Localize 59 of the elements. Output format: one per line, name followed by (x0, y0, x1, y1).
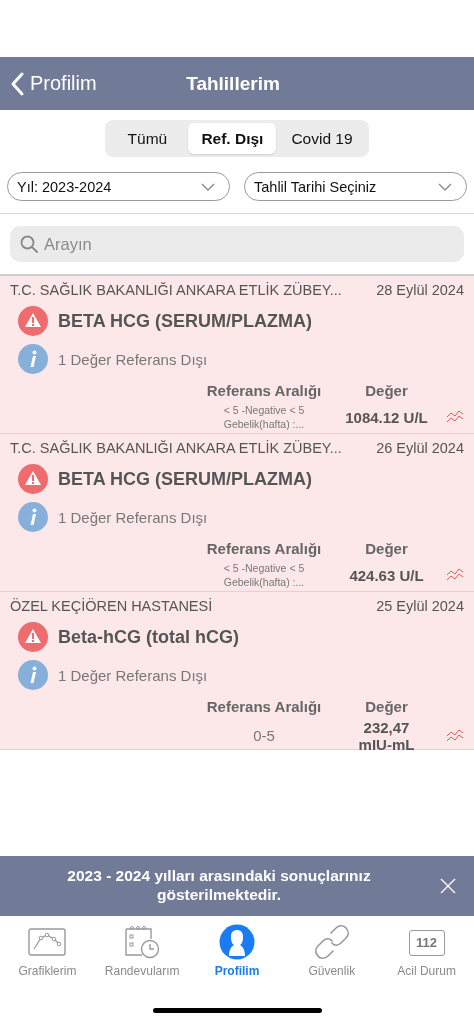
result-value: 1084.12 U/L (344, 408, 429, 426)
test-name: BETA HCG (SERUM/PLAZMA) (58, 468, 312, 490)
trend-chart-icon[interactable] (446, 410, 464, 425)
column-header: Referans Aralığı (205, 540, 323, 557)
reference-range: 0-5 (252, 726, 276, 747)
info-icon (18, 344, 48, 374)
chevron-down-icon (438, 182, 452, 191)
search-icon (20, 235, 38, 253)
close-icon[interactable] (440, 878, 456, 894)
person-icon (219, 924, 255, 960)
info-icon (18, 502, 48, 532)
hospital-name: T.C. SAĞLIK BAKANLIĞI ANKARA ETLİK ZÜBEY... (10, 282, 342, 298)
filter-tab[interactable]: Covid 19 (278, 123, 366, 154)
column-header: Referans Aralığı (205, 698, 323, 715)
hospital-name: T.C. SAĞLIK BAKANLIĞI ANKARA ETLİK ZÜBEY... (10, 440, 342, 456)
emergency-number-icon: 112 (408, 929, 445, 956)
tab-bar-item[interactable]: Profilim (189, 922, 285, 978)
link-icon (313, 924, 350, 960)
status-note: 1 Değer Referans Dışı (58, 666, 208, 684)
screen-title: Tahlillerim (186, 72, 280, 95)
hospital-name: ÖZEL KEÇİÖREN HASTANESİ (10, 598, 213, 614)
search-field[interactable]: Arayın (10, 226, 464, 262)
tab-bar-item[interactable]: Grafiklerim (0, 922, 95, 978)
tab-bar-item[interactable]: Randevularım (94, 922, 190, 978)
filter-tab[interactable]: Ref. Dışı (188, 123, 277, 154)
result-value: 424.63 U/L (348, 566, 425, 584)
dropdown[interactable]: Yıl: 2023-2024 (7, 172, 230, 201)
result-date: 25 Eylül 2024 (376, 598, 464, 614)
status-note: 1 Değer Referans Dışı (58, 508, 208, 526)
warning-icon (18, 306, 48, 336)
column-header: Değer (364, 698, 409, 715)
warning-icon (18, 464, 48, 494)
banner-message: 2023 - 2024 yılları arasındaki sonuçlarınız gösterilmektedir. (66, 867, 372, 905)
result-card[interactable]: ÖZEL KEÇİÖREN HASTANESİ 25 Eylül 2024 Beta-hCG (total hCG) 1 Değer Referans Dışı Referans Aralığı Değer 0-5 232,47 mIU-mL (0, 592, 474, 750)
info-icon (18, 660, 48, 690)
warning-icon (18, 622, 48, 652)
filter-tab[interactable]: Tümü (108, 123, 187, 154)
result-date: 26 Eylül 2024 (376, 440, 464, 456)
result-card[interactable]: T.C. SAĞLIK BAKANLIĞI ANKARA ETLİK ZÜBEY... 26 Eylül 2024 BETA HCG (SERUM/PLAZMA) 1 Değer Referans Dışı Referans Aralığı Değer < 5 -Negative < 5 Gebelik(hafta) :... 424.63 U/L (0, 434, 474, 592)
test-name: Beta-hCG (total hCG) (58, 626, 239, 648)
test-name: BETA HCG (SERUM/PLAZMA) (58, 310, 312, 332)
result-date: 28 Eylül 2024 (376, 282, 464, 298)
chevron-down-icon (201, 182, 215, 191)
reference-range: < 5 -Negative < 5 Gebelik(hafta) :... (222, 403, 306, 432)
column-header: Referans Aralığı (205, 382, 323, 399)
trend-chart-icon[interactable] (446, 729, 464, 744)
status-note: 1 Değer Referans Dışı (58, 350, 208, 368)
reference-range: < 5 -Negative < 5 Gebelik(hafta) :... (222, 561, 306, 590)
trend-chart-icon[interactable] (446, 568, 464, 583)
tab-bar-item[interactable]: Güvenlik (284, 922, 380, 978)
calendar-clock-icon (123, 925, 162, 959)
back-button[interactable]: Profilim (10, 57, 97, 110)
result-card[interactable]: T.C. SAĞLIK BAKANLIĞI ANKARA ETLİK ZÜBEY... 28 Eylül 2024 BETA HCG (SERUM/PLAZMA) 1 Değer Referans Dışı Referans Aralığı Değer < 5 -Negative < 5 Gebelik(hafta) :... 1084.12 U/L (0, 276, 474, 434)
tab-bar-item[interactable]: 112 Acil Durum (379, 922, 474, 978)
line-chart-icon (28, 928, 67, 956)
column-header: Değer (364, 382, 409, 399)
dropdown[interactable]: Tahlil Tarihi Seçiniz (244, 172, 467, 201)
column-header: Değer (364, 540, 409, 557)
back-chevron-icon (10, 71, 24, 96)
